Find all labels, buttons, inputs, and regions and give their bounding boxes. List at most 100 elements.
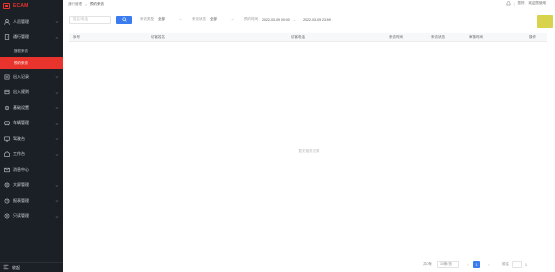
sidebar-item-label: 出入规则 [13, 89, 29, 95]
column-header: 来访状态 [431, 35, 445, 39]
chevron-down-icon [55, 107, 59, 109]
sidebar-item-label: 工作台 [13, 151, 25, 157]
screen-icon [3, 182, 10, 188]
sidebar-item-label: 只读管理 [13, 213, 29, 219]
total-count: 共0条 [423, 262, 432, 266]
sidebar-item-workbench[interactable]: 工作台 [0, 147, 63, 163]
divider: | [513, 1, 515, 6]
rule-icon [3, 89, 10, 95]
logo-text: ECAM [13, 3, 29, 9]
search-button[interactable] [116, 15, 132, 24]
chevron-down-icon [55, 122, 59, 125]
sidebar: ECAM 人员管理 通行管理 授权来访 预约来访 出入记录 出入规则 基础设置 [0, 0, 63, 272]
visit-type-value: 全部 [158, 17, 165, 21]
main-content: 通行管理 > 预约来访 | 您好, 欢迎您使用 姓名/电话 来访类型 全部 来访… [63, 0, 555, 272]
visit-type-label: 来访类型 [140, 17, 154, 21]
message-icon [3, 167, 10, 173]
visit-status-label: 来访状态 [192, 17, 206, 21]
logo: ECAM [0, 0, 63, 12]
breadcrumb-item[interactable]: 通行管理 [68, 2, 82, 7]
chevron-left-icon: ‹ [467, 262, 469, 267]
column-header: 访客电话 [291, 35, 305, 39]
date-to-input[interactable]: 2022-03-09 23:59 [303, 18, 331, 22]
user-icon [3, 19, 10, 25]
sidebar-item-personnel[interactable]: 人员管理 [0, 14, 63, 30]
sidebar-item-label: 消息中心 [13, 166, 29, 172]
sidebar-item-basic-settings[interactable]: 基础设置 [0, 100, 63, 116]
breadcrumb-separator-icon: > [85, 2, 88, 7]
user-greeting[interactable]: 您好, [518, 1, 526, 6]
chevron-down-icon [55, 21, 59, 23]
page-size-select[interactable]: 10条/页 [436, 261, 459, 268]
monitor-icon [3, 136, 10, 142]
collapse-sidebar-button[interactable]: 收起 [0, 262, 63, 272]
workbench-icon [3, 151, 10, 157]
name-search-input[interactable]: 姓名/电话 [69, 15, 111, 24]
pagination: 共0条 10条/页 ‹ 1 › 前往 1 [423, 260, 527, 269]
collapse-icon [3, 264, 9, 271]
sidebar-item-access[interactable]: 通行管理 [0, 30, 63, 46]
breadcrumb: 通行管理 > 预约来访 [63, 0, 555, 9]
records-table: 序号 访客姓名 访客电话 来访时间 来访状态 审核时间 操作 [69, 33, 547, 42]
readonly-icon [3, 213, 10, 219]
logo-icon [3, 3, 10, 9]
door-icon [3, 34, 10, 40]
chevron-down-icon [179, 18, 182, 21]
settings-icon [3, 105, 10, 111]
chevron-down-icon [55, 91, 59, 94]
column-header: 操作 [529, 35, 536, 39]
filter-bar: 姓名/电话 来访类型 全部 来访状态 全部 预约时间 2022-03-09 00… [69, 15, 549, 24]
chevron-down-icon [231, 18, 234, 21]
prev-page-button[interactable]: ‹ [465, 261, 471, 268]
date-from-input[interactable]: 2022-03-09 00:00 [262, 18, 290, 22]
chevron-down-icon [55, 76, 59, 78]
sidebar-item-big-screen[interactable]: 大屏管理 [0, 178, 63, 194]
sidebar-item-reports[interactable]: 报表管理 [0, 193, 63, 209]
sidebar-item-rules[interactable]: 出入规则 [0, 85, 63, 101]
user-area: | 您好, 欢迎您使用 [505, 1, 547, 6]
column-header: 审核时间 [469, 35, 483, 39]
sidebar-item-label: 驾驶台 [13, 135, 25, 141]
sidebar-item-records[interactable]: 出入记录 [0, 69, 63, 85]
sidebar-item-label: 出入记录 [13, 73, 29, 79]
search-icon [121, 17, 127, 22]
column-header: 来访时间 [389, 35, 403, 39]
sidebar-item-messages[interactable]: 消息中心 [0, 162, 63, 178]
sidebar-item-label: 车辆管理 [13, 120, 29, 126]
next-page-button[interactable]: › [486, 261, 492, 268]
column-header: 访客姓名 [151, 35, 165, 39]
visit-type-select[interactable]: 全部 [158, 17, 184, 22]
breadcrumb-current: 预约来访 [90, 2, 105, 6]
sidebar-item-label: 通行管理 [13, 34, 29, 40]
sidebar-item-vehicles[interactable]: 车辆管理 [0, 116, 63, 132]
sidebar-item-label: 报表管理 [13, 197, 29, 203]
date-range-separator: → [292, 17, 297, 22]
record-icon [3, 74, 10, 80]
chevron-up-icon [55, 36, 59, 39]
column-header: 序号 [73, 35, 80, 39]
sidebar-menu: 人员管理 通行管理 授权来访 预约来访 出入记录 出入规则 基础设置 车辆管理 [0, 14, 63, 224]
sidebar-item-label: 大屏管理 [13, 182, 29, 188]
user-welcome[interactable]: 欢迎您使用 [529, 1, 547, 6]
sidebar-item-readonly[interactable]: 只读管理 [0, 209, 63, 225]
chevron-down-icon [55, 215, 59, 218]
goto-label: 前往 [501, 262, 509, 266]
goto-page-value: 1 [524, 262, 527, 267]
chevron-down-icon [55, 138, 59, 140]
sidebar-subitem-authorized-visit[interactable]: 授权来访 [0, 45, 63, 57]
sidebar-item-console[interactable]: 驾驶台 [0, 131, 63, 147]
visit-status-select[interactable]: 全部 [210, 17, 236, 22]
table-header: 序号 访客姓名 访客电话 来访时间 来访状态 审核时间 操作 [69, 33, 547, 42]
notification-icon[interactable] [505, 1, 511, 6]
page-number-button[interactable]: 1 [472, 261, 480, 268]
sidebar-subitem-appointment-visit[interactable]: 预约来访 [0, 57, 63, 69]
goto-page-input[interactable] [511, 261, 522, 268]
action-button[interactable] [537, 15, 553, 28]
collapse-label: 收起 [12, 264, 20, 270]
empty-table-message: 暂无相关记录 [298, 149, 320, 153]
chevron-down-icon [55, 200, 59, 202]
date-range-label: 预约时间 [244, 17, 258, 21]
chevron-down-icon [55, 184, 59, 187]
sidebar-item-label: 基础设置 [13, 104, 29, 110]
report-icon [3, 198, 10, 204]
